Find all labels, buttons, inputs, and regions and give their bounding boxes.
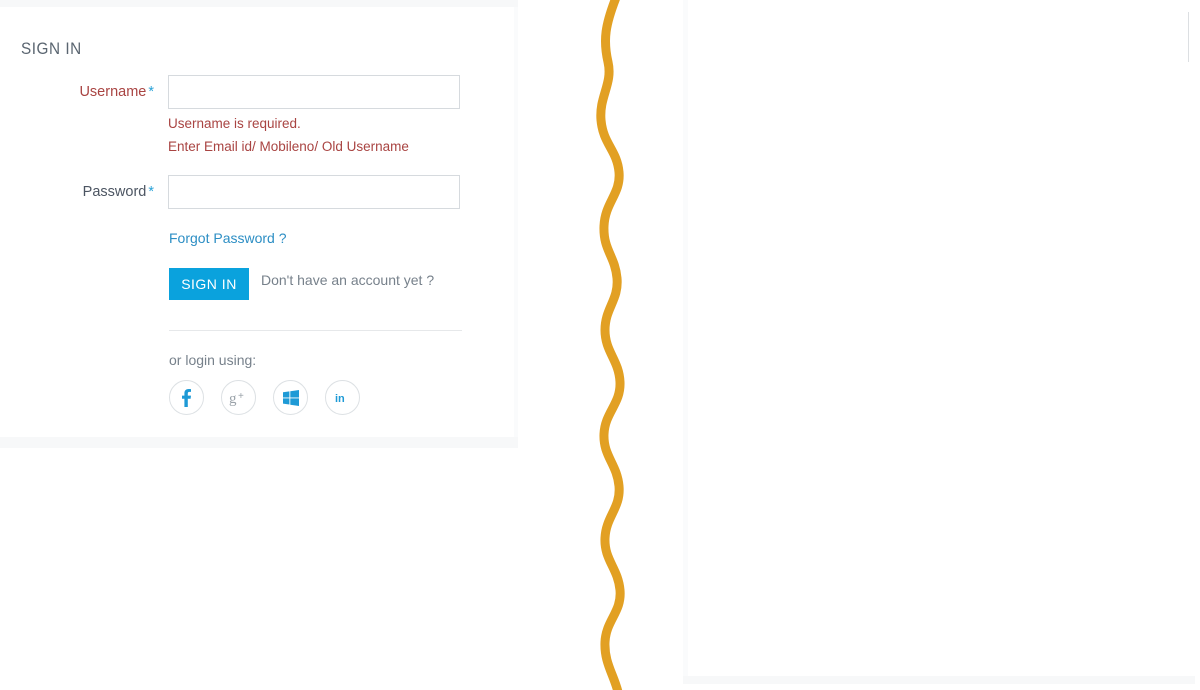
username-row: Username * xyxy=(40,75,460,109)
scrollbar-indicator[interactable] xyxy=(1188,12,1189,62)
social-login-row: g + in xyxy=(169,380,360,415)
windows-login-button[interactable] xyxy=(273,380,308,415)
signin-divider xyxy=(169,330,462,331)
register-card-left-edge xyxy=(683,0,688,676)
linkedin-login-button[interactable]: in xyxy=(325,380,360,415)
svg-text:+: + xyxy=(238,391,244,402)
facebook-icon xyxy=(182,388,191,407)
username-error-message: Username is required. xyxy=(168,116,301,131)
password-input[interactable] xyxy=(168,175,460,209)
linkedin-icon: in xyxy=(335,393,345,405)
forgot-password-link[interactable]: Forgot Password ? xyxy=(169,230,287,246)
register-card: YOUR ACCOUNT DETAILS Name* Email ID* Ema… xyxy=(683,0,1195,676)
password-label-text: Password xyxy=(82,184,147,200)
wavy-divider-decoration xyxy=(596,0,625,690)
username-input[interactable] xyxy=(168,75,460,109)
username-label-text: Username xyxy=(79,84,147,100)
social-login-label: or login using: xyxy=(169,352,257,368)
windows-icon xyxy=(282,389,299,406)
svg-text:g: g xyxy=(229,391,237,406)
signin-title: SIGN IN xyxy=(21,39,82,58)
password-row: Password * xyxy=(40,175,460,209)
signin-card-footer xyxy=(0,437,518,448)
google-plus-icon: g + xyxy=(229,391,244,406)
no-account-text: Don't have an account yet ? xyxy=(261,272,435,288)
google-plus-login-button[interactable]: g + xyxy=(221,380,256,415)
username-label: Username * xyxy=(40,75,168,109)
password-required-mark: * xyxy=(148,184,154,200)
page-root: SIGN IN Username * Username is required. … xyxy=(0,0,1200,690)
username-hint-message: Enter Email id/ Mobileno/ Old Username xyxy=(168,139,409,154)
register-card-bottom-edge xyxy=(683,676,1195,684)
page-top-strip xyxy=(0,0,518,7)
username-required-mark: * xyxy=(148,84,154,100)
signin-card-right-edge xyxy=(514,7,518,439)
signin-card: SIGN IN Username * Username is required. … xyxy=(0,7,518,439)
password-label: Password * xyxy=(40,175,168,209)
signin-button[interactable]: SIGN IN xyxy=(169,268,249,300)
svg-text:in: in xyxy=(335,393,345,405)
facebook-login-button[interactable] xyxy=(169,380,204,415)
